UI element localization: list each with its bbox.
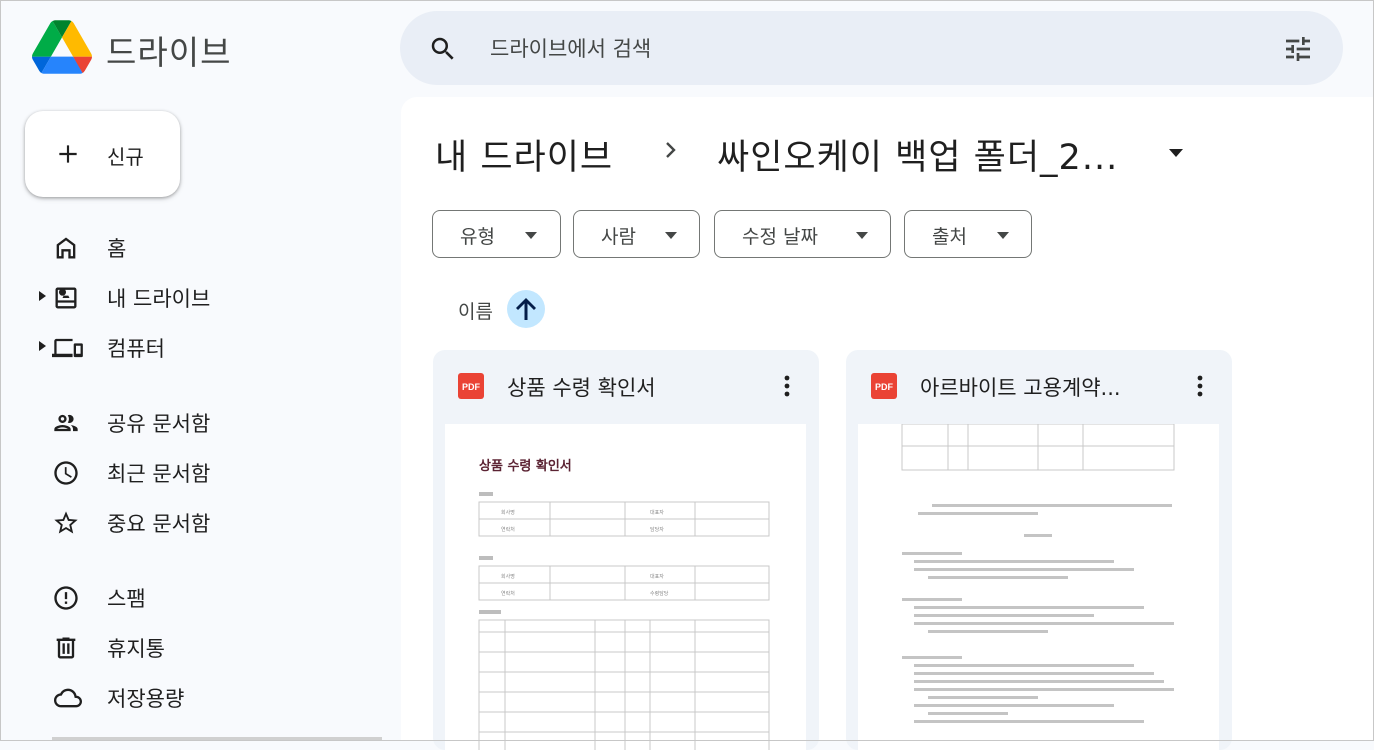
cloud-icon xyxy=(54,688,82,708)
spam-icon xyxy=(54,586,78,610)
computers-icon xyxy=(52,338,83,358)
clock-icon xyxy=(54,461,78,485)
file-card[interactable]: PDF 상품 수령 확인서 상품 수령 확인서 회사명 대표자 연락처 담당자 … xyxy=(433,350,819,750)
sidebar-item-recent[interactable]: 최근 문서함 xyxy=(0,452,390,492)
sidebar-item-label: 내 드라이브 xyxy=(107,287,211,311)
search-icon[interactable] xyxy=(428,34,458,64)
sort-label[interactable]: 이름 xyxy=(458,297,493,324)
sidebar-item-label: 공유 문서함 xyxy=(107,412,211,436)
preview-cell: 회사명 xyxy=(501,509,515,516)
preview-cell: 연락처 xyxy=(501,590,515,597)
file-card[interactable]: PDF 아르바이트 고용계약... xyxy=(846,350,1232,750)
more-vert-icon[interactable] xyxy=(777,372,797,400)
pdf-icon: PDF xyxy=(458,373,484,399)
file-name: 상품 수령 확인서 xyxy=(507,376,656,400)
filter-source-chip[interactable]: 출처 xyxy=(904,210,1032,258)
filter-label: 수정 날짜 xyxy=(742,226,818,248)
new-button-label: 신규 xyxy=(107,145,144,169)
file-thumbnail[interactable]: 상품 수령 확인서 회사명 대표자 연락처 담당자 회사명 대표자 연락처 수령… xyxy=(445,424,806,750)
sidebar-item-label: 컴퓨터 xyxy=(107,337,165,361)
filter-label: 유형 xyxy=(460,226,495,248)
plus-icon xyxy=(59,145,77,163)
sidebar-item-label: 저장용량 xyxy=(107,687,185,711)
app-name: 드라이브 xyxy=(106,33,232,72)
sidebar-item-label: 홈 xyxy=(107,237,127,261)
sidebar-item-spam[interactable]: 스팸 xyxy=(0,577,390,617)
preview-cell: 대표자 xyxy=(650,573,664,580)
filter-label: 출처 xyxy=(932,226,967,248)
expand-arrow-icon[interactable] xyxy=(39,341,46,351)
home-icon xyxy=(56,237,76,259)
caret-down-icon xyxy=(997,232,1009,239)
sidebar-item-storage[interactable]: 저장용량 xyxy=(0,677,390,717)
caret-down-icon xyxy=(665,232,677,239)
trash-icon xyxy=(56,637,76,659)
preview-cell: 담당자 xyxy=(650,526,664,533)
preview-doc-title: 상품 수령 확인서 xyxy=(479,458,572,474)
sidebar-item-label: 스팸 xyxy=(107,587,146,611)
caret-down-icon[interactable] xyxy=(1166,147,1186,159)
sidebar-item-label: 최근 문서함 xyxy=(107,462,211,486)
filter-modified-chip[interactable]: 수정 날짜 xyxy=(714,210,891,258)
sidebar-item-shared[interactable]: 공유 문서함 xyxy=(0,402,390,442)
sidebar-item-label: 중요 문서함 xyxy=(107,512,211,536)
star-icon xyxy=(54,511,78,534)
filter-people-chip[interactable]: 사람 xyxy=(573,210,700,258)
preview-cell: 수령담당 xyxy=(650,590,669,597)
svg-text:PDF: PDF xyxy=(875,382,894,392)
file-name: 아르바이트 고용계약... xyxy=(920,376,1121,400)
filter-label: 사람 xyxy=(601,226,636,248)
more-vert-icon[interactable] xyxy=(1190,372,1210,400)
sidebar-item-home[interactable]: 홈 xyxy=(0,227,390,267)
chevron-right-icon xyxy=(666,142,676,158)
sidebar-item-label: 휴지통 xyxy=(107,637,165,661)
svg-text:PDF: PDF xyxy=(462,382,481,392)
breadcrumb-current[interactable]: 싸인오케이 백업 폴더_2... xyxy=(717,129,1118,180)
drive-logo-icon[interactable] xyxy=(32,20,92,74)
preview-cell: 회사명 xyxy=(501,573,515,580)
expand-arrow-icon[interactable] xyxy=(39,291,46,301)
sidebar-item-my-drive[interactable]: 내 드라이브 xyxy=(0,277,390,317)
pdf-icon: PDF xyxy=(871,373,897,399)
main-panel: 내 드라이브 싸인오케이 백업 폴더_2... 유형 사람 수정 날짜 출처 이… xyxy=(401,97,1374,750)
caret-down-icon xyxy=(856,232,868,239)
new-button[interactable]: 신규 xyxy=(25,111,180,197)
search-bar[interactable] xyxy=(400,11,1343,85)
sidebar-item-trash[interactable]: 휴지통 xyxy=(0,627,390,667)
caret-down-icon xyxy=(525,232,537,239)
sort-direction-button[interactable] xyxy=(507,290,545,328)
sidebar-item-starred[interactable]: 중요 문서함 xyxy=(0,502,390,542)
filter-type-chip[interactable]: 유형 xyxy=(432,210,561,258)
arrow-up-icon xyxy=(516,298,536,320)
preview-cell: 대표자 xyxy=(650,509,664,516)
breadcrumb-root[interactable]: 내 드라이브 xyxy=(435,129,613,180)
shared-icon xyxy=(54,414,78,432)
search-input[interactable] xyxy=(488,31,1252,67)
sidebar-scrollbar[interactable] xyxy=(52,737,382,741)
preview-cell: 연락처 xyxy=(501,526,515,533)
my-drive-icon xyxy=(55,287,77,309)
file-thumbnail[interactable] xyxy=(858,424,1219,750)
search-options-icon[interactable] xyxy=(1282,33,1314,65)
sidebar-item-computers[interactable]: 컴퓨터 xyxy=(0,327,390,367)
